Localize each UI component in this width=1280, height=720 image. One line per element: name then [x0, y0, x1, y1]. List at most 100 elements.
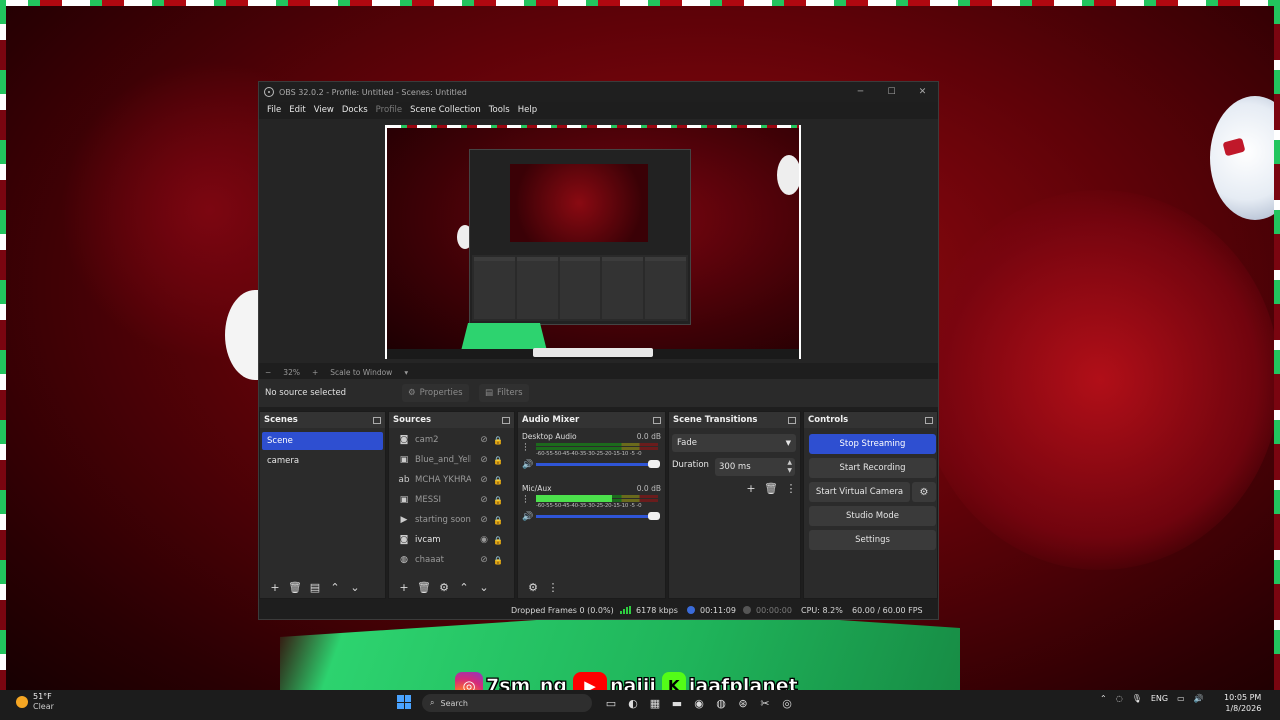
weather-widget[interactable]: 51°F Clear [16, 692, 54, 712]
file-explorer-icon[interactable]: ▭ [600, 694, 622, 712]
trash-icon[interactable]: 🗑 [414, 581, 434, 594]
undock-icon[interactable] [502, 416, 510, 424]
source-item[interactable]: ▣ Blue_and_Yello ⊘🔒 [389, 450, 514, 470]
filter-icon[interactable]: ▤ [305, 581, 325, 594]
kebab-menu-icon[interactable]: ⋮ [543, 581, 563, 594]
volume-slider[interactable] [536, 460, 660, 468]
source-item[interactable]: ◍ chaaat ⊘ 🔒 [389, 550, 514, 570]
undock-icon[interactable] [373, 416, 381, 424]
start-recording-button[interactable]: Start Recording [809, 458, 936, 478]
gear-icon[interactable]: ⚙ [434, 581, 454, 594]
edge-icon[interactable]: ◐ [622, 694, 644, 712]
steam-icon[interactable]: ⊛ [732, 694, 754, 712]
folder-icon[interactable]: ▬ [666, 694, 688, 712]
eye-off-icon[interactable]: ⊘ [477, 555, 491, 565]
source-item[interactable]: ab MCHA YKHRA ⊘ 🔒 [389, 470, 514, 490]
chevron-down-icon[interactable]: ⌄ [474, 581, 494, 594]
lock-icon[interactable]: 🔒 [491, 456, 505, 465]
display-icon[interactable]: ▭ [1177, 694, 1185, 703]
scale-mode-label[interactable]: Scale to Window [330, 368, 392, 377]
microphone-icon[interactable]: 🎙 [1132, 694, 1142, 703]
menu-help[interactable]: Help [514, 105, 541, 115]
close-button[interactable]: ✕ [907, 87, 938, 97]
menu-profile[interactable]: Profile [372, 105, 406, 115]
menu-tools[interactable]: Tools [485, 105, 514, 115]
eye-off-icon[interactable]: ⊘ [477, 455, 491, 465]
preview-area[interactable] [259, 119, 938, 363]
source-item[interactable]: ◙ ivcam ◉ 🔒 [389, 530, 514, 550]
start-button[interactable] [397, 695, 411, 709]
lock-icon[interactable]: 🔒 [491, 496, 505, 505]
spinner-icon[interactable]: ▲ ▼ [787, 459, 792, 475]
source-item[interactable]: ▶ starting soon ⊘ 🔒 [389, 510, 514, 530]
maximize-button[interactable]: ☐ [876, 87, 907, 97]
properties-button[interactable]: ⚙ Properties [402, 384, 469, 402]
eye-icon[interactable]: ◉ [477, 535, 491, 545]
menu-docks[interactable]: Docks [338, 105, 372, 115]
add-icon[interactable]: + [265, 581, 285, 594]
add-icon[interactable]: + [394, 581, 414, 594]
lock-icon[interactable]: 🔒 [491, 516, 505, 525]
obs-taskbar-icon[interactable]: ◍ [710, 694, 732, 712]
menu-view[interactable]: View [310, 105, 338, 115]
scale-mode-dropdown-icon[interactable]: ▾ [404, 368, 408, 377]
lock-icon[interactable]: 🔒 [491, 556, 505, 565]
discord-icon[interactable]: ◉ [688, 694, 710, 712]
undock-icon[interactable] [925, 416, 933, 424]
undock-icon[interactable] [653, 416, 661, 424]
advanced-audio-icon[interactable]: ⚙ [523, 581, 543, 594]
volume-slider-handle[interactable] [648, 512, 660, 520]
chevron-up-icon[interactable]: ⌃ [1100, 694, 1107, 703]
source-item[interactable]: ◙ cam2 ⊘ 🔒 [389, 430, 514, 450]
scene-item[interactable]: camera [262, 452, 383, 470]
eye-off-icon[interactable]: ⊘ [477, 515, 491, 525]
undock-icon[interactable] [788, 416, 796, 424]
capcut-icon[interactable]: ✂ [754, 694, 776, 712]
studio-mode-button[interactable]: Studio Mode [809, 506, 936, 526]
kebab-menu-icon[interactable]: · · · [524, 493, 527, 508]
zoom-in-button[interactable]: + [312, 368, 318, 377]
volume-slider[interactable] [536, 512, 660, 520]
zoom-out-button[interactable]: − [265, 368, 271, 377]
add-icon[interactable]: + [741, 482, 761, 495]
menu-scene-collection[interactable]: Scene Collection [406, 105, 485, 115]
taskbar-clock[interactable]: 10:05 PM 1/8/2026 [1224, 692, 1261, 714]
stop-streaming-button[interactable]: Stop Streaming [809, 434, 936, 454]
menu-edit[interactable]: Edit [285, 105, 309, 115]
settings-button[interactable]: Settings [809, 530, 936, 550]
start-virtual-camera-button[interactable]: Start Virtual Camera [809, 482, 910, 502]
network-app-icon[interactable]: ◌ [1116, 694, 1123, 703]
chevron-up-icon[interactable]: ⌃ [325, 581, 345, 594]
lock-icon[interactable]: 🔒 [491, 436, 505, 445]
kebab-menu-icon[interactable]: ⋮ [781, 482, 801, 495]
volume-icon[interactable]: 🔊 [1194, 694, 1204, 703]
virtual-camera-settings-icon[interactable]: ⚙ [912, 482, 936, 502]
speaker-icon[interactable]: 🔊 [522, 512, 533, 522]
chrome-icon[interactable]: ◎ [776, 694, 798, 712]
store-icon[interactable]: ▦ [644, 694, 666, 712]
language-indicator[interactable]: ENG [1151, 694, 1168, 703]
eye-off-icon[interactable]: ⊘ [477, 435, 491, 445]
transition-select[interactable]: Fade ▼ [672, 434, 796, 452]
chevron-up-icon[interactable]: ⌃ [454, 581, 474, 594]
minimize-button[interactable]: ─ [845, 87, 876, 97]
scene-item[interactable]: Scene [262, 432, 383, 450]
audio-mixer-dock: Audio Mixer Desktop Audio 0.0 dB · · · -60… [517, 411, 666, 599]
volume-slider-handle[interactable] [648, 460, 660, 468]
eye-off-icon[interactable]: ⊘ [477, 475, 491, 485]
duration-input[interactable]: 300 ms ▲ ▼ [715, 458, 795, 476]
lock-icon[interactable]: 🔒 [491, 536, 505, 545]
taskbar-search[interactable]: ⌕ Search [422, 694, 592, 712]
lock-icon[interactable]: 🔒 [491, 476, 505, 485]
chevron-down-icon[interactable]: ⌄ [345, 581, 365, 594]
speaker-icon[interactable]: 🔊 [522, 460, 533, 470]
program-preview[interactable] [385, 125, 801, 359]
trash-icon[interactable]: 🗑 [761, 482, 781, 495]
kebab-menu-icon[interactable]: · · · [524, 441, 527, 456]
source-item[interactable]: ▣ MESSI ⊘ 🔒 [389, 490, 514, 510]
menu-file[interactable]: File [263, 105, 285, 115]
eye-off-icon[interactable]: ⊘ [477, 495, 491, 505]
filters-button[interactable]: ▤ Filters [479, 384, 529, 402]
title-bar[interactable]: OBS 32.0.2 - Profile: Untitled - Scenes:… [259, 82, 938, 102]
trash-icon[interactable]: 🗑 [285, 581, 305, 594]
